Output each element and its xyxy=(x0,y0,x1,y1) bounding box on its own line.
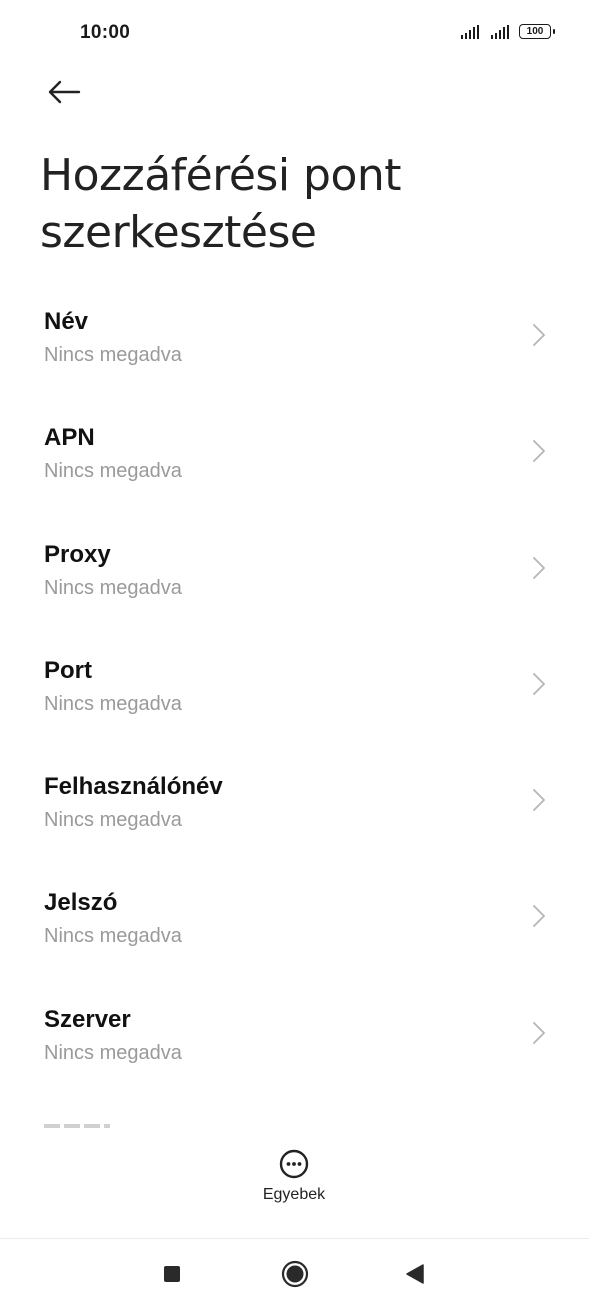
home-button[interactable] xyxy=(278,1257,312,1291)
chevron-right-icon xyxy=(533,905,545,928)
list-item-name[interactable]: Név Nincs megadva xyxy=(0,278,589,394)
recents-button[interactable] xyxy=(155,1257,189,1291)
item-label: APN xyxy=(44,424,95,452)
list-item-password[interactable]: Jelszó Nincs megadva xyxy=(0,859,589,975)
signal-icon-secondary xyxy=(491,24,509,39)
more-label: Egyebek xyxy=(262,1186,326,1203)
signal-icon xyxy=(461,24,479,39)
arrow-left-icon xyxy=(48,80,81,104)
list-item-server[interactable]: Szerver Nincs megadva xyxy=(0,976,589,1092)
settings-list: Név Nincs megadva APN Nincs megadva Prox… xyxy=(0,278,589,1092)
item-value: Nincs megadva xyxy=(44,925,182,948)
system-nav-bar xyxy=(0,1239,589,1309)
status-icons: 100 xyxy=(461,24,555,39)
list-item-proxy[interactable]: Proxy Nincs megadva xyxy=(0,511,589,627)
item-value: Nincs megadva xyxy=(44,1041,182,1064)
chevron-right-icon xyxy=(533,1021,545,1044)
battery-icon: 100 xyxy=(519,24,555,39)
circle-icon xyxy=(281,1260,309,1288)
square-icon xyxy=(164,1266,180,1282)
list-item-apn[interactable]: APN Nincs megadva xyxy=(0,394,589,510)
triangle-back-icon xyxy=(406,1264,424,1284)
list-item-username[interactable]: Felhasználónév Nincs megadva xyxy=(0,743,589,859)
chevron-right-icon xyxy=(533,556,545,579)
chevron-right-icon xyxy=(533,324,545,346)
item-label: Port xyxy=(44,656,92,684)
item-label: Szerver xyxy=(44,1005,131,1033)
system-back-button[interactable] xyxy=(398,1257,432,1291)
page-title: Hozzáférési pont szerkesztése xyxy=(40,150,402,258)
item-value: Nincs megadva xyxy=(44,344,182,366)
chevron-right-icon xyxy=(533,789,545,812)
more-circle-icon xyxy=(279,1149,309,1179)
back-button[interactable] xyxy=(40,70,88,114)
item-value: Nincs megadva xyxy=(44,692,182,715)
list-item-partial[interactable] xyxy=(0,1118,589,1128)
item-label: Név xyxy=(44,308,89,335)
item-value: Nincs megadva xyxy=(44,576,182,599)
chevron-right-icon xyxy=(533,440,545,463)
item-label: Jelszó xyxy=(44,889,118,917)
item-label: Felhasználónév xyxy=(44,773,223,801)
chevron-right-icon xyxy=(533,672,545,695)
item-value: Nincs megadva xyxy=(44,809,182,832)
item-label: Proxy xyxy=(44,540,111,568)
list-item-port[interactable]: Port Nincs megadva xyxy=(0,627,589,743)
status-time: 10:00 xyxy=(80,22,131,43)
partial-label-fragment xyxy=(44,1124,110,1128)
item-value: Nincs megadva xyxy=(44,460,182,483)
more-button[interactable]: Egyebek xyxy=(244,1148,344,1214)
status-bar: 10:00 100 xyxy=(0,0,589,66)
battery-level: 100 xyxy=(526,26,544,37)
